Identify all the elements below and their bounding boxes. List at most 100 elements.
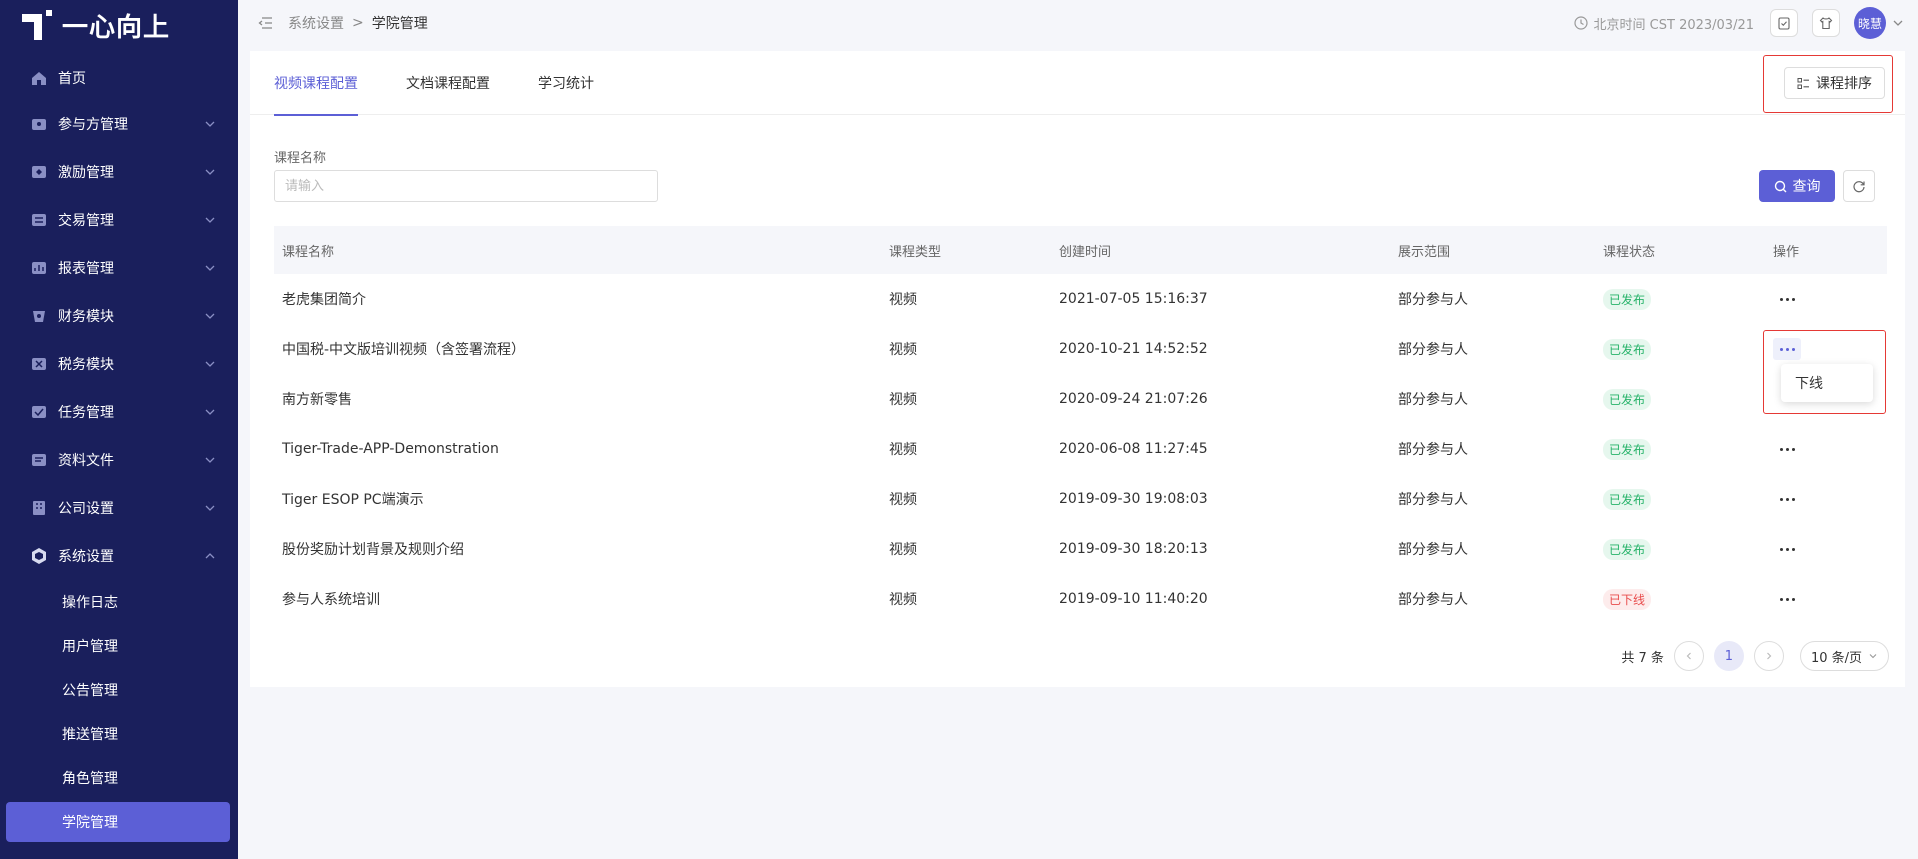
sidebar-item-report[interactable]: 报表管理	[0, 244, 238, 292]
cell-course-type: 视频	[889, 542, 917, 558]
sidebar-item-system[interactable]: 系统设置	[0, 532, 238, 580]
files-icon	[30, 451, 48, 469]
course-name-input[interactable]	[274, 170, 658, 202]
trade-icon	[30, 211, 48, 229]
status-badge: 已发布	[1603, 488, 1652, 510]
chevron-right-icon	[1767, 652, 1772, 660]
prev-page-button[interactable]	[1673, 641, 1704, 671]
chevron-down-icon	[205, 265, 215, 271]
chevron-down-icon	[1869, 654, 1877, 659]
more-actions-button[interactable]	[1773, 338, 1801, 360]
cell-course-name: 老虎集团简介	[282, 292, 366, 308]
column-header-created-time: 创建时间	[1059, 244, 1112, 260]
logo-mark-icon	[22, 10, 56, 40]
sidebar-subitem-user-management[interactable]: 用户管理	[0, 624, 238, 668]
row-action-offline-item[interactable]: 下线	[1781, 364, 1873, 402]
status-badge: 已发布	[1603, 338, 1652, 360]
sidebar-item-participants[interactable]: 参与方管理	[0, 100, 238, 148]
breadcrumb: 系统设置 > 学院管理	[288, 13, 428, 33]
sidebar-subitem-announcement-management[interactable]: 公告管理	[0, 668, 238, 712]
cell-created-time: 2020-06-08 11:27:45	[1059, 441, 1208, 457]
cell-created-time: 2020-10-21 14:52:52	[1059, 341, 1208, 357]
cell-display-scope: 部分参与人	[1398, 442, 1468, 458]
cell-course-type: 视频	[889, 292, 917, 308]
tab-learning-statistics[interactable]: 学习统计	[538, 51, 594, 115]
chevron-down-icon	[205, 409, 215, 415]
cell-course-type: 视频	[889, 392, 917, 408]
more-actions-button[interactable]	[1773, 488, 1801, 510]
tab-bar: 视频课程配置 文档课程配置 学习统计 课程排序	[250, 51, 1905, 116]
chevron-down-icon[interactable]	[1892, 17, 1904, 29]
breadcrumb-parent[interactable]: 系统设置	[288, 13, 344, 33]
column-header-course-type: 课程类型	[889, 244, 942, 260]
todo-button[interactable]	[1770, 9, 1798, 37]
tab-video-course-config[interactable]: 视频课程配置	[274, 51, 358, 116]
cell-created-time: 2021-07-05 15:16:37	[1059, 291, 1208, 307]
more-actions-button[interactable]	[1773, 588, 1801, 610]
sidebar-item-company[interactable]: 公司设置	[0, 484, 238, 532]
status-badge: 已发布	[1603, 538, 1652, 560]
cell-course-name: Tiger-Trade-APP-Demonstration	[282, 441, 499, 457]
search-icon	[1774, 180, 1786, 192]
cell-course-type: 视频	[889, 492, 917, 508]
reset-button[interactable]	[1843, 170, 1875, 202]
pagination-total: 共 7 条	[1621, 650, 1664, 666]
table-row: Tiger-Trade-APP-Demonstration 视频 2020-06…	[274, 424, 1887, 474]
header-right: 北京时间 CST 2023/03/21 晓慧	[1573, 0, 1918, 46]
status-badge: 已发布	[1603, 388, 1652, 410]
cell-display-scope: 部分参与人	[1398, 492, 1468, 508]
more-actions-button[interactable]	[1773, 538, 1801, 560]
table-row: 参与人系统培训 视频 2019-09-10 11:40:20 部分参与人 已下线	[274, 574, 1887, 624]
sidebar-item-label: 参与方管理	[58, 117, 128, 133]
table-row: 股份奖励计划背景及规则介绍 视频 2019-09-30 18:20:13 部分参…	[274, 524, 1887, 574]
sidebar-subitem-operation-log[interactable]: 操作日志	[0, 580, 238, 624]
next-page-button[interactable]	[1753, 641, 1784, 671]
sidebar-item-label: 资料文件	[58, 453, 114, 469]
sidebar-item-label: 报表管理	[58, 261, 114, 277]
sidebar-item-task[interactable]: 任务管理	[0, 388, 238, 436]
course-sort-button[interactable]: 课程排序	[1784, 67, 1885, 99]
chevron-down-icon	[205, 121, 215, 127]
cell-display-scope: 部分参与人	[1398, 292, 1468, 308]
cell-created-time: 2019-09-30 19:08:03	[1059, 491, 1208, 507]
page-size-select[interactable]: 10 条/页	[1799, 641, 1889, 671]
sidebar-item-finance[interactable]: 财务模块	[0, 292, 238, 340]
status-badge: 已下线	[1603, 588, 1652, 610]
sidebar-item-files[interactable]: 资料文件	[0, 436, 238, 484]
more-actions-button[interactable]	[1773, 288, 1801, 310]
cell-display-scope: 部分参与人	[1398, 542, 1468, 558]
main-card: 视频课程配置 文档课程配置 学习统计 课程排序 课程名称 查询 课程名称 课程类…	[250, 51, 1905, 687]
sidebar-subitem-academy-management[interactable]: 学院管理	[6, 802, 230, 842]
sort-list-icon	[1797, 77, 1809, 89]
sidebar-item-trade[interactable]: 交易管理	[0, 196, 238, 244]
tab-document-course-config[interactable]: 文档课程配置	[406, 51, 490, 115]
cell-display-scope: 部分参与人	[1398, 342, 1468, 358]
refresh-icon	[1853, 181, 1865, 193]
breadcrumb-current: 学院管理	[371, 16, 428, 32]
query-button[interactable]: 查询	[1759, 170, 1835, 202]
cell-course-type: 视频	[889, 342, 917, 358]
sidebar-item-incentive[interactable]: 激励管理	[0, 148, 238, 196]
chevron-down-icon	[205, 217, 215, 223]
avatar[interactable]: 晓慧	[1854, 7, 1886, 39]
sidebar-subitem-role-management[interactable]: 角色管理	[0, 756, 238, 800]
page-number-button[interactable]: 1	[1713, 641, 1744, 671]
skin-button[interactable]	[1812, 9, 1840, 37]
chevron-down-icon	[205, 505, 215, 511]
cell-course-name: Tiger ESOP PC端演示	[282, 492, 424, 508]
pagination: 共 7 条 1 10 条/页	[1621, 641, 1889, 671]
sidebar-item-label: 公司设置	[58, 501, 114, 517]
more-actions-button[interactable]	[1773, 438, 1801, 460]
sidebar-item-tax[interactable]: 税务模块	[0, 340, 238, 388]
top-header: 系统设置 > 学院管理 北京时间 CST 2023/03/21 晓慧	[238, 0, 1918, 46]
sidebar-item-label: 任务管理	[58, 405, 114, 421]
menu-collapse-icon[interactable]	[258, 15, 274, 31]
chevron-down-icon	[205, 169, 215, 175]
table-row: 中国税-中文版培训视频（含签署流程） 视频 2020-10-21 14:52:5…	[274, 324, 1887, 374]
sidebar-item-home[interactable]: 首页	[0, 56, 238, 100]
server-time: 北京时间 CST 2023/03/21	[1573, 14, 1754, 33]
sidebar-subitem-push-management[interactable]: 推送管理	[0, 712, 238, 756]
status-badge: 已发布	[1603, 288, 1652, 310]
cell-created-time: 2020-09-24 21:07:26	[1059, 391, 1208, 407]
chevron-down-icon	[205, 361, 215, 367]
